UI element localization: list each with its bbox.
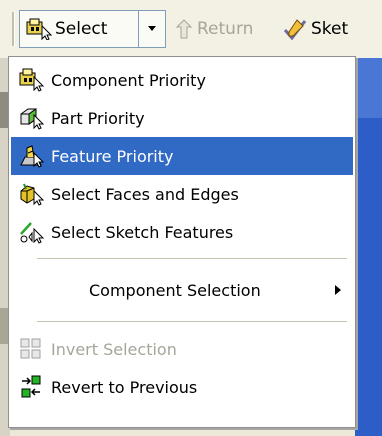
menu-divider <box>37 258 347 259</box>
menu-item-invert-selection[interactable]: Invert Selection <box>11 330 353 368</box>
sketch-icon <box>283 19 307 40</box>
menu-item-revert-to-previous[interactable]: Revert to Previous <box>11 368 353 406</box>
menu-divider <box>37 321 347 322</box>
menu-item-label: Feature Priority <box>51 146 174 166</box>
part-priority-icon <box>20 108 45 130</box>
sketch-button-label: Sket <box>311 19 349 39</box>
menu-item-label: Select Sketch Features <box>51 222 234 242</box>
submenu-arrow-icon <box>335 285 341 295</box>
return-button-label: Return <box>197 19 254 39</box>
select-button[interactable]: Select <box>19 10 139 48</box>
menu-item-label: Part Priority <box>51 108 145 128</box>
menu-item-component-selection[interactable]: Component Selection <box>11 267 353 313</box>
return-button[interactable]: Return <box>176 10 253 48</box>
menu-item-feature-priority[interactable]: Feature Priority <box>11 137 353 175</box>
feature-priority-icon <box>20 145 45 168</box>
select-button-label: Select <box>55 19 108 39</box>
menu-item-label: Component Selection <box>89 280 261 300</box>
menu-item-label: Invert Selection <box>51 339 177 359</box>
toolbar: Select Return Sket <box>0 0 382 59</box>
select-dropdown-button[interactable] <box>139 10 166 48</box>
right-panel-band <box>355 58 382 118</box>
invert-selection-icon <box>20 338 41 359</box>
chevron-down-icon <box>148 26 156 31</box>
menu-item-label: Component Priority <box>51 70 206 90</box>
menu-item-component-priority[interactable]: Component Priority <box>11 61 353 99</box>
arrow-up-icon <box>176 19 192 39</box>
component-priority-icon <box>19 68 45 92</box>
menu-item-label: Revert to Previous <box>51 377 198 397</box>
menu-item-label: Select Faces and Edges <box>51 184 239 204</box>
revert-previous-icon <box>21 375 41 398</box>
select-priority-menu: Component Priority Part Priority Feature… <box>8 56 356 428</box>
right-panel-edge <box>355 58 382 436</box>
sketch-button[interactable]: Sket <box>283 10 348 48</box>
toolbar-separator <box>12 12 15 46</box>
menu-item-select-sketch-features[interactable]: Select Sketch Features <box>11 213 353 251</box>
sketch-features-icon <box>20 222 45 244</box>
faces-edges-icon <box>20 183 45 206</box>
menu-item-part-priority[interactable]: Part Priority <box>11 99 353 137</box>
menu-item-select-faces-edges[interactable]: Select Faces and Edges <box>11 175 353 213</box>
component-select-icon <box>26 18 52 40</box>
